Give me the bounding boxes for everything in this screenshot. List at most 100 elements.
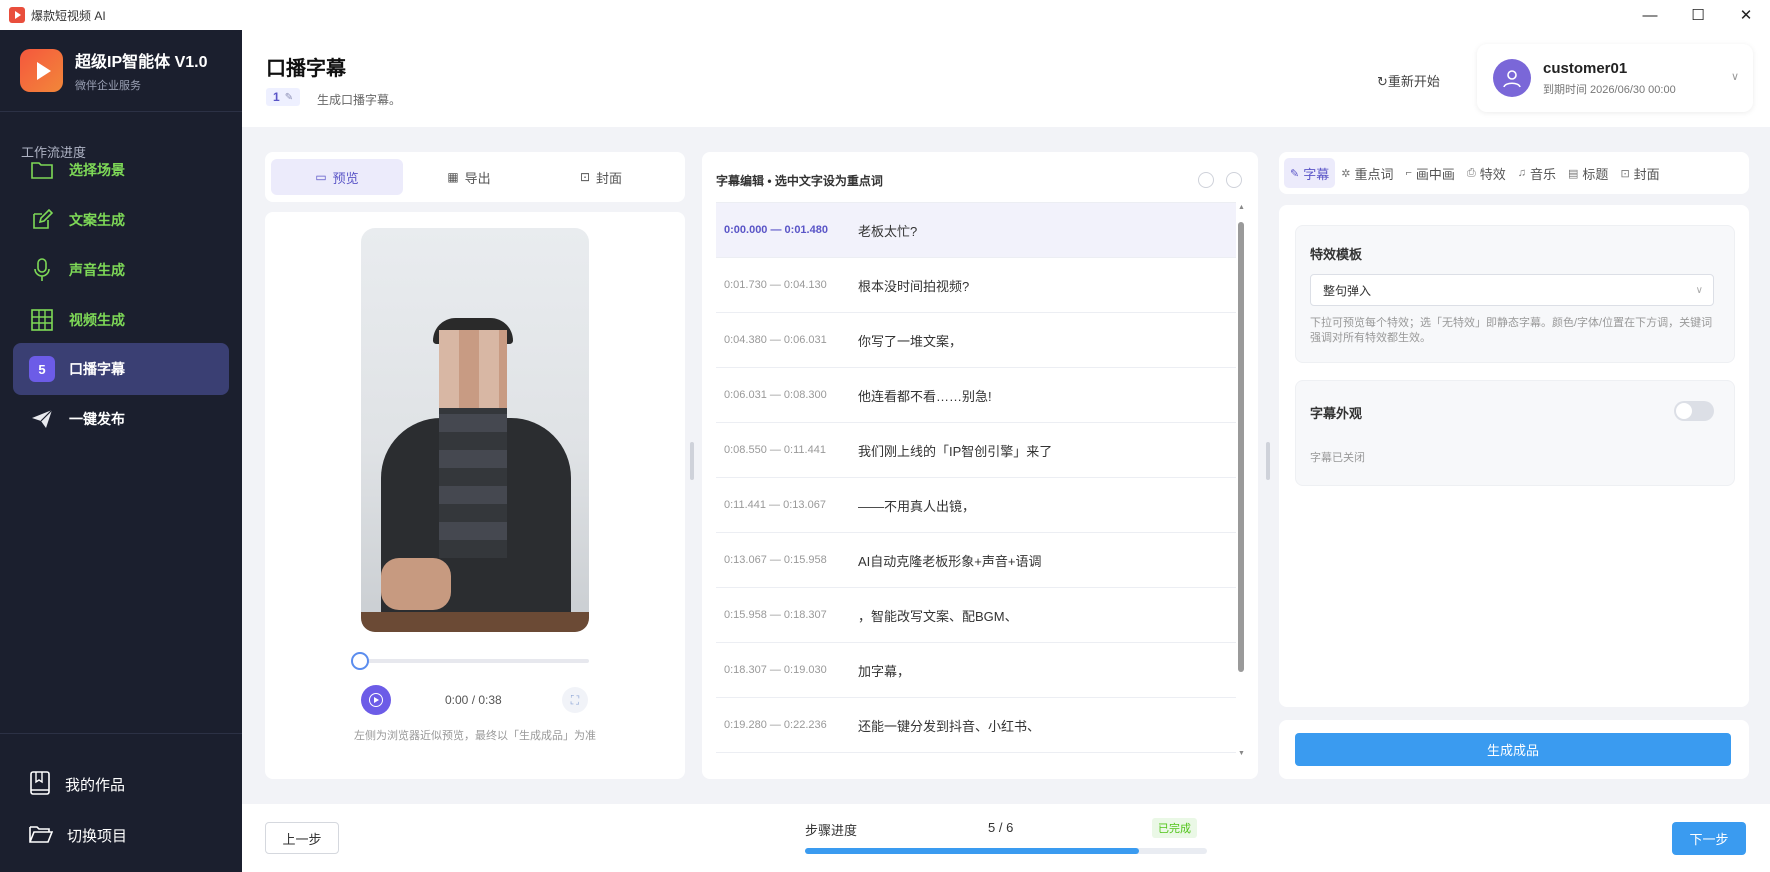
user-menu[interactable]: customer01 到期时间 2026/06/30 00:00 ∨: [1477, 44, 1753, 112]
settings-panel: 特效模板 整句弹入 ∨ 下拉可预览每个特效；选「无特效」即静态字幕。颜色/字体/…: [1279, 205, 1749, 707]
switch-project-button[interactable]: 切换项目: [13, 813, 229, 857]
tab-pip[interactable]: ⌐ 画中画: [1399, 158, 1460, 188]
seek-handle[interactable]: [351, 652, 369, 670]
restart-button[interactable]: ↻重新开始: [1377, 71, 1440, 90]
subtitle-text[interactable]: 我们刚上线的「IP智创引擎」来了: [858, 441, 1052, 460]
preview-panel: 0:00 / 0:38 ⛶ 左侧为浏览器近似预览，最终以「生成成品」为准: [265, 212, 685, 779]
subtitle-text[interactable]: 老板太忙?: [858, 221, 917, 240]
scroll-thumb[interactable]: [1238, 222, 1244, 672]
tab-label: 重点词: [1354, 166, 1394, 182]
tab-cover[interactable]: ⊡ 封面: [535, 159, 667, 195]
settings-tabs: ✎ 字幕 ✲ 重点词 ⌐ 画中画 ⎙ 特效 ♫ 音乐 ▤ 标题 ⊡ 封面: [1279, 152, 1749, 194]
subtitle-row[interactable]: 0:06.031 — 0:08.300 他连看都不看……别急!: [716, 368, 1236, 423]
subtitle-row[interactable]: 0:04.380 — 0:06.031 你写了一堆文案，: [716, 313, 1236, 368]
scroll-up-icon[interactable]: ▲: [1238, 204, 1245, 211]
book-icon: [29, 770, 51, 798]
footer: 上一步 步骤进度 5 / 6 已完成 下一步: [242, 804, 1770, 872]
step-badge[interactable]: 1 ✎: [266, 88, 301, 106]
undo-icon[interactable]: [1198, 172, 1214, 188]
subtitle-row[interactable]: 0:15.958 — 0:18.307 ，智能改写文案、配BGM、: [716, 588, 1236, 643]
subtitle-text[interactable]: 你写了一堆文案，: [858, 331, 962, 350]
tab-label: 导出: [464, 170, 491, 186]
brand-logo-icon: [20, 49, 63, 92]
tab-label: 封面: [596, 170, 623, 186]
sidebar-item-publish[interactable]: 一键发布: [13, 393, 229, 445]
subtitle-row[interactable]: 0:01.730 — 0:04.130 根本没时间拍视频?: [716, 258, 1236, 313]
panel-splitter-left[interactable]: [690, 442, 694, 480]
sidebar-item-video[interactable]: 视频生成: [13, 294, 229, 346]
tab-title[interactable]: ▤ 标题: [1562, 158, 1614, 188]
play-icon: [369, 693, 383, 707]
effects-template-select[interactable]: 整句弹入 ∨: [1310, 274, 1714, 306]
sidebar-item-label: 选择场景: [69, 162, 125, 178]
tab-export[interactable]: ▦ 导出: [403, 159, 535, 195]
subtitle-scrollbar[interactable]: ▲ ▼: [1236, 202, 1246, 762]
sidebar-item-label: 声音生成: [69, 262, 125, 278]
subtitle-text[interactable]: 他连看都不看……别急!: [858, 386, 992, 405]
editor-title: 字幕编辑 • 选中文字设为重点词: [716, 174, 883, 188]
fullscreen-button[interactable]: ⛶: [562, 687, 588, 713]
subtitle-text[interactable]: 根本没时间拍视频?: [858, 276, 969, 295]
subtitle-row[interactable]: 0:00.000 — 0:01.480 老板太忙?: [716, 203, 1236, 258]
app-icon: [9, 7, 25, 23]
tab-label: 画中画: [1415, 166, 1455, 182]
tab-cover-settings[interactable]: ⊡ 封面: [1614, 158, 1665, 188]
generate-panel: 生成成品: [1279, 720, 1749, 779]
subtitle-text[interactable]: AI自动克隆老板形象+声音+语调: [858, 551, 1041, 570]
maximize-button[interactable]: ☐: [1674, 0, 1722, 30]
play-button[interactable]: [361, 685, 391, 715]
subtitle-appearance-box: 字幕外观 字幕已关闭: [1295, 380, 1735, 486]
sidebar-item-copywriting[interactable]: 文案生成: [13, 194, 229, 246]
video-preview[interactable]: [361, 228, 589, 632]
my-works-button[interactable]: 我的作品: [13, 762, 229, 806]
seek-bar[interactable]: [361, 659, 589, 663]
next-step-button[interactable]: 下一步: [1672, 822, 1746, 855]
sidebar-item-label: 口播字幕: [69, 361, 125, 377]
sidebar-item-select-scene[interactable]: 选择场景: [13, 144, 229, 196]
subtitle-row[interactable]: 0:11.441 — 0:13.067 ——不用真人出镜，: [716, 478, 1236, 533]
tab-subtitle[interactable]: ✎ 字幕: [1284, 158, 1336, 188]
window-controls: — ☐ ✕: [1626, 0, 1770, 30]
subtitle-text[interactable]: 加字幕，: [858, 661, 910, 680]
sidebar-item-label: 视频生成: [69, 312, 125, 328]
subtitle-row[interactable]: 0:18.307 — 0:19.030 加字幕，: [716, 643, 1236, 698]
minimize-button[interactable]: —: [1626, 0, 1674, 30]
subtitle-time: 0:19.280 — 0:22.236: [724, 719, 827, 731]
redo-icon[interactable]: [1226, 172, 1242, 188]
grid-icon: [29, 307, 55, 333]
sidebar: 超级IP智能体 V1.0 微伴企业服务 工作流进度 选择场景 文案生成 声音生成…: [0, 30, 242, 872]
scroll-down-icon[interactable]: ▼: [1238, 750, 1245, 757]
folder-open-icon: [29, 824, 54, 847]
chevron-down-icon: ∨: [1695, 284, 1703, 296]
sidebar-item-voice[interactable]: 声音生成: [13, 244, 229, 296]
prev-step-button[interactable]: 上一步: [265, 822, 339, 854]
headphones-icon: ♫: [1517, 167, 1526, 179]
subtitle-text[interactable]: ，智能改写文案、配BGM、: [858, 606, 1018, 625]
sidebar-item-subtitles[interactable]: 5 口播字幕: [13, 343, 229, 395]
subtitle-row[interactable]: 0:13.067 — 0:15.958 AI自动克隆老板形象+声音+语调: [716, 533, 1236, 588]
my-works-label: 我的作品: [65, 776, 126, 794]
subtitle-row[interactable]: 0:08.550 — 0:11.441 我们刚上线的「IP智创引擎」来了: [716, 423, 1236, 478]
effects-template-title: 特效模板: [1310, 247, 1363, 262]
microphone-icon: [29, 257, 55, 283]
subtitle-row[interactable]: 0:19.280 — 0:22.236 还能一键分发到抖音、小红书、: [716, 698, 1236, 753]
tab-label: 字幕: [1303, 166, 1330, 182]
subtitle-appearance-toggle[interactable]: [1674, 401, 1714, 421]
progress-label: 步骤进度: [805, 823, 858, 838]
close-button[interactable]: ✕: [1722, 0, 1770, 30]
subtitle-text[interactable]: 还能一键分发到抖音、小红书、: [858, 716, 1040, 735]
sparkle-icon: ✲: [1341, 167, 1351, 180]
step-badge-number: 1: [273, 90, 280, 104]
subtitle-time: 0:13.067 — 0:15.958: [724, 554, 827, 566]
subtitle-editor: 字幕编辑 • 选中文字设为重点词 0:00.000 — 0:01.480 老板太忙…: [702, 152, 1258, 779]
subtitle-text[interactable]: ——不用真人出镜，: [858, 496, 975, 515]
panel-splitter-right[interactable]: [1266, 442, 1270, 480]
page-header: 口播字幕 1 ✎ 生成口播字幕。 ↻重新开始 customer01 到期时间 2…: [242, 30, 1770, 127]
effects-hint: 下拉可预览每个特效；选「无特效」即静态字幕。颜色/字体/位置在下方调，关键词强调…: [1310, 317, 1713, 344]
film-icon: ▦: [447, 170, 459, 184]
tab-preview[interactable]: ▭ 预览: [271, 159, 403, 195]
tab-effects[interactable]: ⎙ 特效: [1461, 158, 1512, 188]
tab-keywords[interactable]: ✲ 重点词: [1335, 158, 1399, 188]
tab-music[interactable]: ♫ 音乐: [1512, 158, 1562, 188]
generate-button[interactable]: 生成成品: [1295, 733, 1731, 766]
